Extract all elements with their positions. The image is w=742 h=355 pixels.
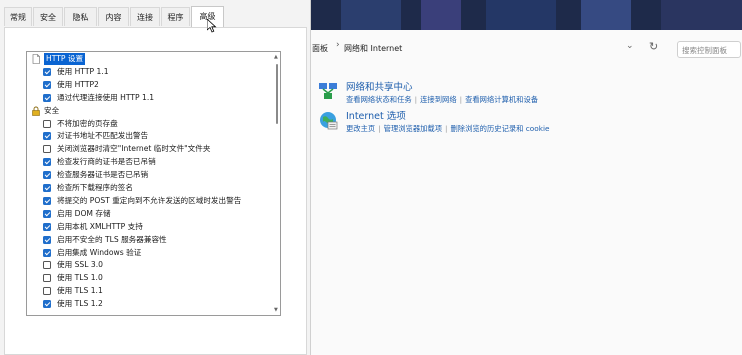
tab-security[interactable]: 安全	[33, 7, 63, 26]
settings-option-label: 启用本机 XMLHTTP 支持	[57, 221, 143, 231]
checkbox-checked[interactable]	[43, 196, 51, 205]
checkbox-checked[interactable]	[43, 300, 51, 309]
checkbox-checked[interactable]	[43, 222, 51, 231]
address-bar[interactable]: 面板 › 网络和 Internet ⌄ ↻ 搜索控制面板	[311, 38, 742, 60]
checkbox-unchecked[interactable]	[43, 145, 51, 154]
scroll-up-icon[interactable]: ▲	[274, 54, 278, 60]
settings-category-label[interactable]: 安全	[44, 105, 59, 117]
tab-strip: 常规 安全 隐私 内容 连接 程序 高级	[0, 6, 311, 27]
network-center-title[interactable]: 网络和共享中心	[346, 79, 413, 93]
checkbox-checked[interactable]	[43, 248, 51, 257]
checkbox-checked[interactable]	[43, 235, 51, 244]
tab-general[interactable]: 常规	[4, 7, 32, 26]
tab-content[interactable]: 内容	[98, 7, 129, 26]
refresh-icon[interactable]: ↻	[649, 40, 658, 53]
lock-icon	[32, 106, 40, 116]
network-center-icon[interactable]	[317, 80, 339, 102]
search-input[interactable]: 搜索控制面板	[677, 41, 741, 58]
checkbox-checked[interactable]	[43, 93, 51, 102]
checkbox-checked[interactable]	[43, 132, 51, 141]
checkbox-checked[interactable]	[43, 158, 51, 167]
checkbox-unchecked[interactable]	[43, 119, 51, 128]
control-panel-window: 面板 › 网络和 Internet ⌄ ↻ 搜索控制面板 网络和共享中心 查看网…	[311, 30, 742, 355]
tab-privacy[interactable]: 隐私	[64, 7, 97, 26]
mouse-cursor-icon	[207, 19, 217, 33]
breadcrumb-network-internet[interactable]: 网络和 Internet	[344, 43, 402, 54]
settings-option-label: 不将加密的页存盘	[57, 118, 118, 128]
checkbox-checked[interactable]	[43, 209, 51, 218]
scrollbar-thumb[interactable]	[276, 64, 278, 124]
internet-options-title[interactable]: Internet 选项	[346, 108, 406, 122]
link-connect-to-network[interactable]: 连接到网络	[420, 95, 456, 104]
internet-options-icon[interactable]	[317, 109, 339, 131]
tab-programs[interactable]: 程序	[161, 7, 190, 26]
checkbox-checked[interactable]	[43, 184, 51, 192]
settings-option-label: 将提交的 POST 重定向到不允许发送的区域时发出警告	[57, 195, 242, 205]
chevron-down-icon[interactable]: ⌄	[626, 41, 634, 51]
background-window-banner	[311, 0, 742, 30]
link-view-network-status[interactable]: 查看网络状态和任务	[346, 95, 412, 104]
settings-option-label: 使用 HTTP 1.1	[57, 66, 109, 76]
settings-option-label: 使用 TLS 1.0	[57, 273, 103, 283]
page-icon	[32, 54, 40, 64]
settings-option-label: 使用 SSL 3.0	[57, 260, 103, 270]
checkbox-unchecked[interactable]	[43, 287, 51, 296]
settings-list[interactable]: HTTP 设置 使用 HTTP 1.1 使用 HTTP2 通过代理连接使用 HTTP …	[26, 51, 281, 316]
scroll-down-icon[interactable]: ▼	[274, 307, 278, 313]
settings-scrollbar[interactable]: ▲ ▼	[274, 52, 280, 315]
breadcrumb-separator: ›	[336, 40, 340, 50]
checkbox-unchecked[interactable]	[43, 261, 51, 270]
checkbox-checked[interactable]	[43, 80, 51, 89]
link-view-network-computers[interactable]: 查看网络计算机和设备	[465, 95, 538, 104]
settings-category-label[interactable]: HTTP 设置	[44, 53, 86, 65]
settings-option-label: 检查所下载程序的签名	[57, 183, 133, 192]
settings-option-label: 对证书地址不匹配发出警告	[57, 131, 149, 141]
settings-option-label: 启用 DOM 存储	[57, 208, 111, 218]
settings-option-label: 通过代理连接使用 HTTP 1.1	[57, 92, 155, 102]
checkbox-checked[interactable]	[43, 67, 51, 76]
settings-option-label: 检查发行商的证书是否已吊销	[57, 157, 156, 167]
settings-option-label: 启用不安全的 TLS 服务器兼容性	[57, 234, 167, 244]
settings-option-label: 使用 TLS 1.2	[57, 299, 103, 309]
settings-option-label: 使用 HTTP2	[57, 79, 99, 89]
search-placeholder: 搜索控制面板	[682, 46, 727, 55]
checkbox-checked[interactable]	[43, 171, 51, 180]
breadcrumb-control-panel[interactable]: 面板	[312, 43, 328, 54]
link-delete-history[interactable]: 删除浏览的历史记录和 cookie	[451, 124, 550, 133]
settings-option-label: 使用 TLS 1.1	[57, 286, 103, 296]
link-change-homepage[interactable]: 更改主页	[346, 124, 375, 133]
checkbox-unchecked[interactable]	[43, 274, 51, 283]
tab-connections[interactable]: 连接	[130, 7, 160, 26]
internet-options-dialog: 常规 安全 隐私 内容 连接 程序 高级 HTTP 设置 使用 HTTP 1.1 使…	[0, 0, 311, 355]
settings-option-label: 启用集成 Windows 验证	[57, 247, 142, 257]
settings-option-label: 检查服务器证书是否已吊销	[57, 170, 149, 180]
link-manage-addons[interactable]: 管理浏览器加载项	[384, 124, 442, 133]
settings-option-label: 关闭浏览器时清空"Internet 临时文件"文件夹	[57, 144, 211, 154]
